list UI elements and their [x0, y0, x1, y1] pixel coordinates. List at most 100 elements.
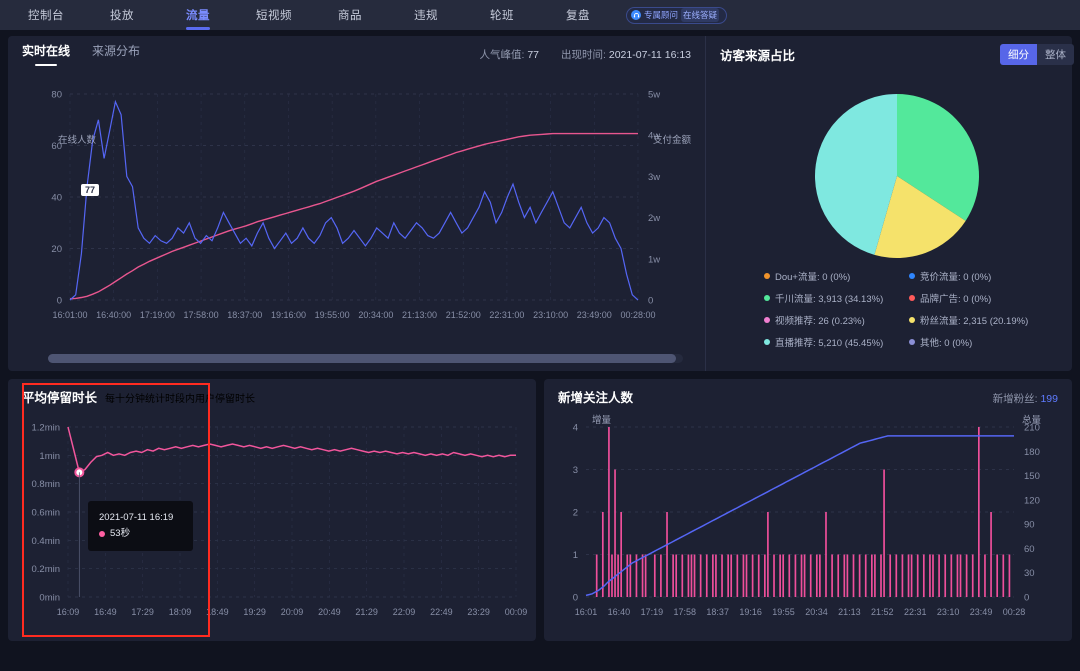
new-followers-chart-svg: 01234030609012015018021016:01 16:40 17:19 1… [573, 414, 1042, 617]
toggle-detailed[interactable]: 细分 [1000, 43, 1037, 65]
svg-text:16:01: 16:01 [575, 607, 598, 617]
series-dot-icon [99, 531, 105, 538]
legend-color-dot-icon [764, 295, 770, 301]
svg-text:23:10: 23:10 [937, 607, 960, 617]
svg-text:5w: 5w [648, 90, 660, 101]
svg-text:120: 120 [1024, 495, 1040, 506]
page-body: 实时在线 来源分布 人气峰值: 77 出现时间: 2021-07-11 16:1… [0, 30, 1080, 641]
peak-value: 77 [527, 48, 540, 61]
svg-text:4: 4 [573, 423, 578, 434]
tab-label: 实时在线 [22, 44, 71, 58]
pie-legend: Dou+流量: 0 (0%) 竞价流量: 0 (0%) 千川流量: 3,913 (3… [764, 269, 1054, 357]
peak-stat: 人气峰值: 77 [480, 47, 540, 62]
svg-text:17:58: 17:58 [674, 607, 697, 617]
svg-text:30: 30 [1024, 568, 1035, 579]
svg-text:19:29: 19:29 [243, 607, 266, 617]
nav-label: 投放 [110, 10, 134, 22]
nav-item-6[interactable]: 轮班 [464, 0, 540, 30]
legend-item-5[interactable]: 粉丝流量: 2,315 (20.19%) [909, 313, 1054, 327]
legend-color-dot-icon [764, 339, 770, 345]
svg-text:0: 0 [573, 593, 578, 604]
svg-text:23:49: 23:49 [970, 607, 993, 617]
svg-text:17:19:00: 17:19:00 [140, 310, 175, 320]
chart-scrollbar-thumb[interactable] [48, 354, 676, 363]
y-axis-title-left: 在线人数 [58, 135, 97, 146]
peak-label: 人气峰值: [479, 48, 525, 61]
realtime-chart-svg: 02040608001w2w3w4w5w16:01:00 16:40:00 17:1… [51, 90, 660, 321]
svg-text:16:40:00: 16:40:00 [96, 310, 131, 320]
legend-item-1[interactable]: 竞价流量: 0 (0%) [909, 269, 1054, 283]
svg-text:20:49: 20:49 [318, 607, 341, 617]
nav-item-3[interactable]: 短视频 [236, 0, 312, 30]
svg-text:22:49: 22:49 [430, 607, 453, 617]
legend-color-dot-icon [764, 273, 770, 279]
tab-source-distribution[interactable]: 来源分布 [92, 42, 140, 66]
svg-text:180: 180 [1024, 447, 1040, 458]
legend-item-6[interactable]: 直播推荐: 5,210 (45.45%) [764, 335, 909, 349]
legend-item-3[interactable]: 品牌广告: 0 (0%) [909, 291, 1054, 305]
chart-horizontal-scrollbar[interactable] [48, 354, 683, 363]
svg-text:19:55: 19:55 [772, 607, 795, 617]
nav-item-4[interactable]: 商品 [312, 0, 388, 30]
nav-item-5[interactable]: 违规 [388, 0, 464, 30]
tooltip-time: 2021-07-11 16:19 [99, 512, 174, 523]
svg-text:2: 2 [573, 508, 578, 519]
svg-text:0: 0 [648, 296, 653, 307]
legend-label: 其他: 0 (0%) [920, 338, 973, 349]
legend-item-7[interactable]: 其他: 0 (0%) [909, 335, 1054, 349]
svg-text:16:01:00: 16:01:00 [52, 310, 87, 320]
svg-text:0min: 0min [39, 593, 60, 604]
nav-label: 流量 [186, 10, 210, 22]
svg-text:00:09: 00:09 [505, 607, 528, 617]
nav-label: 短视频 [256, 10, 292, 22]
bottom-charts-row: 平均停留时长 每十分钟统计时段内用户停留时长 0min 0.2min 0.4min 0… [8, 379, 1072, 641]
nav-item-2[interactable]: 流量 [160, 0, 236, 30]
top-navigation-bar: 控制台 投放 流量 短视频 商品 违规 轮班 复盘 专属顾问 在线答疑 [0, 0, 1080, 30]
new-followers-title: 新增关注人数 [558, 391, 634, 405]
new-followers-panel: 新增关注人数 新增粉丝: 199 0 1 2 3 4 0 30 60 90 120 150 180 21… [544, 379, 1072, 641]
legend-item-4[interactable]: 视频推荐: 26 (0.23%) [764, 313, 909, 327]
svg-text:00:28: 00:28 [1003, 607, 1026, 617]
svg-text:20: 20 [51, 244, 62, 255]
legend-color-dot-icon [909, 295, 915, 301]
nav-item-7[interactable]: 复盘 [540, 0, 616, 30]
svg-text:21:52:00: 21:52:00 [446, 310, 481, 320]
svg-text:20:34: 20:34 [805, 607, 828, 617]
svg-text:22:09: 22:09 [393, 607, 416, 617]
tab-realtime-online[interactable]: 实时在线 [22, 42, 70, 66]
legend-label: 粉丝流量: 2,315 (20.19%) [920, 316, 1029, 327]
tooltip-value-row: 53秒 [99, 526, 182, 542]
svg-text:18:37: 18:37 [706, 607, 729, 617]
realtime-and-source-card: 实时在线 来源分布 人气峰值: 77 出现时间: 2021-07-11 16:1… [8, 36, 1074, 399]
nav-label: 轮班 [490, 10, 514, 22]
source-panel-header: 访客来源占比 细分 整体 [706, 36, 1080, 72]
new-followers-chart: 0 1 2 3 4 0 30 60 90 120 150 180 210 16:01 16:40 17:19 1… [544, 409, 1072, 635]
svg-text:20:34:00: 20:34:00 [358, 310, 393, 320]
peak-marker: 77 [80, 184, 100, 196]
advisor-badge-label: 专属顾问 [644, 10, 679, 20]
svg-text:23:49:00: 23:49:00 [577, 310, 612, 320]
advisor-badge[interactable]: 专属顾问 在线答疑 [626, 6, 728, 24]
legend-item-0[interactable]: Dou+流量: 0 (0%) [764, 269, 909, 283]
legend-color-dot-icon [909, 273, 915, 279]
svg-text:00:28:00: 00:28:00 [620, 310, 655, 320]
peak-time-label: 出现时间: [561, 48, 606, 61]
nav-item-0[interactable]: 控制台 [8, 0, 84, 30]
realtime-online-panel: 实时在线 来源分布 人气峰值: 77 出现时间: 2021-07-11 16:1… [8, 36, 706, 399]
svg-text:1: 1 [573, 550, 578, 561]
nav-item-1[interactable]: 投放 [84, 0, 160, 30]
svg-text:16:49: 16:49 [94, 607, 117, 617]
svg-text:总量: 总量 [1022, 414, 1042, 426]
nav-label: 违规 [414, 10, 438, 22]
svg-text:16:40: 16:40 [608, 607, 631, 617]
avg-stay-panel: 平均停留时长 每十分钟统计时段内用户停留时长 0min 0.2min 0.4min 0… [8, 379, 536, 641]
tooltip-value: 53秒 [110, 528, 131, 540]
legend-color-dot-icon [909, 339, 915, 345]
svg-text:17:58:00: 17:58:00 [184, 310, 219, 320]
toggle-overall[interactable]: 整体 [1037, 43, 1074, 65]
legend-item-2[interactable]: 千川流量: 3,913 (34.13%) [764, 291, 909, 305]
svg-text:1w: 1w [648, 254, 660, 265]
visitor-source-panel: 访客来源占比 细分 整体 Dou+流量: 0 (0%) 竞价流量: 0 (0%) 千… [706, 36, 1080, 371]
source-view-toggle: 细分 整体 [1000, 43, 1074, 65]
svg-text:0.6min: 0.6min [31, 508, 60, 519]
